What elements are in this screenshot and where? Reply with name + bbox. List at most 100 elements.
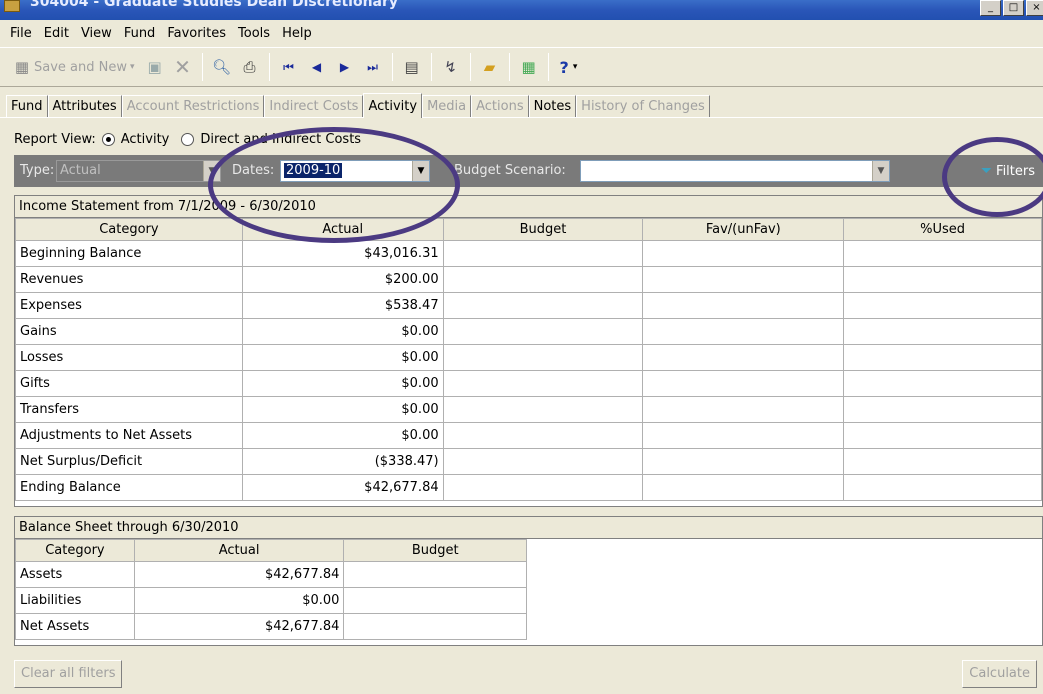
table-row[interactable]: Losses $0.00 <box>15 344 1042 371</box>
table-header-row: Category Actual Budget <box>15 539 527 562</box>
value-cell <box>843 344 1042 371</box>
toolbar-separator <box>508 53 510 81</box>
delete-icon[interactable]: ✕ <box>171 55 195 79</box>
toolbar-separator <box>201 53 203 81</box>
value-cell <box>442 448 644 475</box>
column-header[interactable]: Actual <box>133 539 345 562</box>
column-header[interactable]: Budget <box>442 218 644 241</box>
table-header-row: Category Actual Budget Fav/(unFav) %Used <box>15 218 1042 241</box>
category-cell: Expenses <box>15 292 243 319</box>
table-row[interactable]: Gains $0.00 <box>15 318 1042 345</box>
value-cell: $0.00 <box>241 318 444 345</box>
last-record-icon[interactable]: ⏭ <box>361 55 385 79</box>
previous-record-icon[interactable]: ◀ <box>305 55 329 79</box>
help-icon: ? <box>559 57 569 77</box>
next-record-icon[interactable]: ▶ <box>333 55 357 79</box>
column-header[interactable]: Actual <box>241 218 444 241</box>
tab-indirect-costs[interactable]: Indirect Costs <box>264 95 364 117</box>
tab-actions[interactable]: Actions <box>471 95 529 117</box>
value-cell <box>642 344 845 371</box>
activity-radio[interactable] <box>101 132 115 146</box>
first-record-icon[interactable]: ⏮ <box>277 55 301 79</box>
table-row[interactable]: Assets $42,677.84 <box>15 561 527 588</box>
tab-history-of-changes[interactable]: History of Changes <box>576 95 710 117</box>
calculate-button[interactable]: Calculate <box>962 660 1037 688</box>
menu-tools[interactable]: Tools <box>232 26 276 41</box>
table-row[interactable]: Gifts $0.00 <box>15 370 1042 397</box>
maximize-button[interactable]: □ <box>1003 0 1024 16</box>
tab-media[interactable]: Media <box>422 95 472 117</box>
chevron-down-icon: ▼ <box>872 161 889 181</box>
direct-indirect-radio[interactable] <box>181 132 195 146</box>
window-title: 304004 - Graduate Studies Dean Discretio… <box>30 0 399 10</box>
dates-select[interactable]: 2009-10 ▼ <box>280 160 430 182</box>
table-row[interactable]: Beginning Balance $43,016.31 <box>15 240 1042 267</box>
value-cell: $0.00 <box>241 344 444 371</box>
title-bar: 304004 - Graduate Studies Dean Discretio… <box>0 0 1043 20</box>
report-view-label: Report View: <box>14 131 96 147</box>
category-cell: Ending Balance <box>15 474 243 501</box>
menu-fund[interactable]: Fund <box>118 26 162 41</box>
value-cell <box>442 318 644 345</box>
help-button[interactable]: ? ▾ <box>556 52 582 82</box>
dates-label: Dates: <box>232 163 275 178</box>
income-statement-caption: Income Statement from 7/1/2009 - 6/30/20… <box>15 196 1042 218</box>
chevron-down-icon: ▼ <box>412 161 429 181</box>
filters-button[interactable]: ⏷ Filters <box>981 160 1035 182</box>
properties-icon[interactable]: ▦ <box>517 55 541 79</box>
menu-favorites[interactable]: Favorites <box>161 26 232 41</box>
save-and-new-button[interactable]: ▦ Save and New ▾ <box>6 52 139 82</box>
menu-view[interactable]: View <box>75 26 118 41</box>
tab-account-restrictions[interactable]: Account Restrictions <box>121 95 265 117</box>
tab-activity[interactable]: Activity <box>363 93 423 118</box>
app-icon <box>4 0 20 12</box>
clear-all-filters-button[interactable]: Clear all filters <box>14 660 123 688</box>
column-header[interactable]: Budget <box>343 539 527 562</box>
table-row[interactable]: Transfers $0.00 <box>15 396 1042 423</box>
balance-sheet-table: Category Actual Budget Assets $42,677.84 L… <box>15 539 527 640</box>
menu-help[interactable]: Help <box>276 26 318 41</box>
value-cell <box>843 474 1042 501</box>
balance-sheet-caption: Balance Sheet through 6/30/2010 <box>15 517 1042 539</box>
table-row[interactable]: Net Surplus/Deficit ($338.47) <box>15 448 1042 475</box>
minimize-button[interactable]: _ <box>980 0 1001 16</box>
print-preview-icon[interactable]: 🔍︎ <box>210 55 234 79</box>
column-header[interactable]: Category <box>15 218 243 241</box>
column-header[interactable]: Fav/(unFav) <box>642 218 845 241</box>
column-header[interactable]: %Used <box>843 218 1042 241</box>
table-row[interactable]: Expenses $538.47 <box>15 292 1042 319</box>
bottom-bar: Clear all filters Calculate <box>14 656 1043 694</box>
table-row[interactable]: Revenues $200.00 <box>15 266 1042 293</box>
value-cell <box>442 266 644 293</box>
tab-fund[interactable]: Fund <box>6 95 48 117</box>
table-row[interactable]: Ending Balance $42,677.84 <box>15 474 1042 501</box>
save-icon[interactable]: ▣ <box>143 55 167 79</box>
attach-icon[interactable]: ↯ <box>439 55 463 79</box>
column-header[interactable]: Category <box>15 539 135 562</box>
type-value: Actual <box>60 163 101 178</box>
budget-scenario-select[interactable]: ▼ <box>580 160 890 182</box>
menu-edit[interactable]: Edit <box>38 26 75 41</box>
dates-value: 2009-10 <box>284 163 343 178</box>
category-cell: Transfers <box>15 396 243 423</box>
funnel-icon: ⏷ <box>980 163 993 179</box>
save-and-new-label: Save and New <box>34 59 127 75</box>
folder-icon[interactable]: ▰ <box>478 55 502 79</box>
print-icon[interactable]: ⎙ <box>238 55 262 79</box>
value-cell <box>642 370 845 397</box>
menu-file[interactable]: File <box>4 26 38 41</box>
table-row[interactable]: Adjustments to Net Assets $0.00 <box>15 422 1042 449</box>
category-cell: Gifts <box>15 370 243 397</box>
table-row[interactable]: Net Assets $42,677.84 <box>15 613 527 640</box>
table-row[interactable]: Liabilities $0.00 <box>15 587 527 614</box>
report-icon[interactable]: ▤ <box>400 55 424 79</box>
income-statement-panel: Income Statement from 7/1/2009 - 6/30/20… <box>14 195 1043 507</box>
close-button[interactable]: × <box>1026 0 1043 16</box>
value-cell <box>642 396 845 423</box>
tab-attributes[interactable]: Attributes <box>47 95 122 117</box>
type-select[interactable]: Actual ▼ <box>56 160 221 182</box>
value-cell <box>642 448 845 475</box>
tab-notes[interactable]: Notes <box>528 95 577 117</box>
value-cell <box>843 240 1042 267</box>
value-cell <box>642 474 845 501</box>
